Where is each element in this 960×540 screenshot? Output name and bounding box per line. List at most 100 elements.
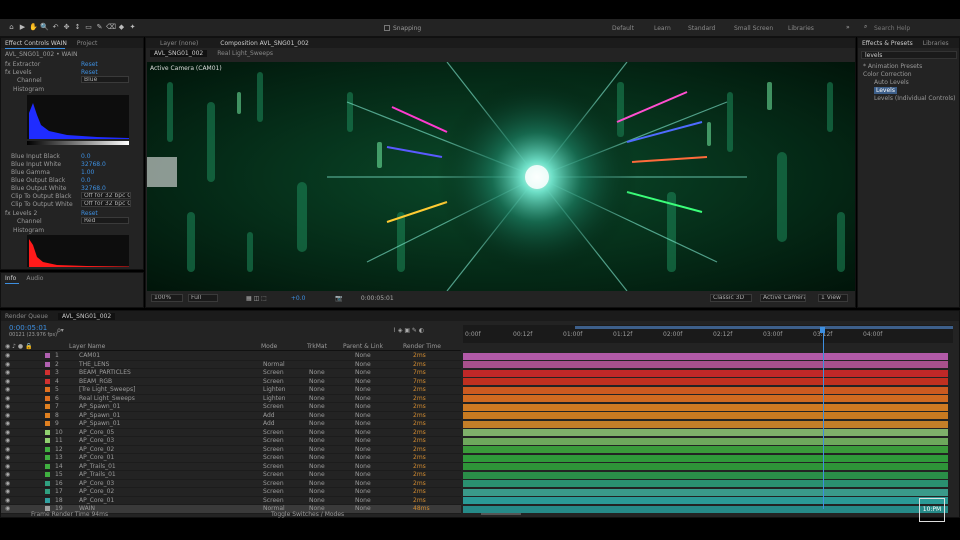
- layer-duration-bar[interactable]: [463, 463, 948, 470]
- layer-parent[interactable]: None: [355, 403, 371, 410]
- layer-trkmat[interactable]: None: [309, 471, 325, 478]
- layer-name[interactable]: AP_Core_01: [79, 497, 114, 504]
- layer-name[interactable]: CAM01: [79, 352, 100, 359]
- workspace-small-screen[interactable]: Small Screen: [734, 25, 773, 32]
- rotate-tool-icon[interactable]: ↶: [51, 23, 60, 32]
- layer-duration-bar[interactable]: [463, 378, 948, 385]
- tab-audio[interactable]: Audio: [26, 275, 43, 282]
- visibility-icon[interactable]: ◉: [5, 378, 10, 385]
- table-row[interactable]: ◉ 13 AP_Core_01 Screen None None 2ms: [1, 454, 461, 463]
- pen-tool-icon[interactable]: ✎: [95, 23, 104, 32]
- layer-parent[interactable]: None: [355, 480, 371, 487]
- table-row[interactable]: ◉ 4 BEAM_RGB Screen None None 7ms: [1, 378, 461, 386]
- layer-duration-bar[interactable]: [463, 471, 948, 479]
- layer-name[interactable]: AP_Core_02: [79, 488, 114, 495]
- layer-parent[interactable]: None: [355, 369, 371, 376]
- playhead-line[interactable]: [823, 333, 824, 509]
- visibility-icon[interactable]: ◉: [5, 361, 10, 368]
- layer-parent[interactable]: None: [355, 361, 371, 368]
- blue-input-white-value[interactable]: 32768.0: [81, 161, 106, 168]
- layer-parent[interactable]: None: [355, 454, 371, 461]
- tab-timeline-comp[interactable]: AVL_SNG01_002: [57, 312, 116, 320]
- table-row[interactable]: ◉ 2 THE_LENS Normal None 2ms: [1, 361, 461, 369]
- exposure-value[interactable]: +0.0: [291, 295, 306, 302]
- blue-output-black-value[interactable]: 0.0: [81, 177, 91, 184]
- tab-layer[interactable]: Layer (none): [160, 40, 198, 47]
- zoom-tool-icon[interactable]: 🔍: [40, 23, 49, 32]
- visibility-icon[interactable]: ◉: [5, 463, 10, 470]
- layer-mode[interactable]: Screen: [263, 463, 284, 470]
- layer-parent[interactable]: None: [355, 446, 371, 453]
- layer-name[interactable]: AP_Core_02: [79, 446, 114, 453]
- layer-name[interactable]: AP_Core_05: [79, 429, 114, 436]
- table-row[interactable]: ◉ 15 AP_Trails_01 Screen None None 2ms: [1, 471, 461, 480]
- layer-trkmat[interactable]: None: [309, 369, 325, 376]
- layer-trkmat[interactable]: None: [309, 403, 325, 410]
- layer-duration-bar[interactable]: [463, 454, 948, 462]
- effect-extractor[interactable]: fx Extractor: [5, 61, 40, 68]
- tab-render-queue[interactable]: Render Queue: [5, 313, 48, 320]
- table-row[interactable]: ◉ 9 AP_Spawn_01 Add None None 2ms: [1, 420, 461, 429]
- visibility-icon[interactable]: ◉: [5, 446, 10, 453]
- layer-duration-bar[interactable]: [463, 505, 948, 513]
- channel-2-dropdown[interactable]: Red: [81, 217, 129, 224]
- blue-output-white-value[interactable]: 32768.0: [81, 185, 106, 192]
- layer-duration-bar[interactable]: [463, 352, 948, 360]
- layer-trkmat[interactable]: None: [309, 395, 325, 402]
- layer-trkmat[interactable]: None: [309, 378, 325, 385]
- visibility-icon[interactable]: ◉: [5, 420, 10, 427]
- visibility-icon[interactable]: ◉: [5, 437, 10, 444]
- layer-trkmat[interactable]: None: [309, 454, 325, 461]
- clip-output-white-dropdown[interactable]: Off for 32 bpc Co: [81, 200, 131, 207]
- table-row[interactable]: ◉ 16 AP_Core_03 Screen None None 2ms: [1, 480, 461, 488]
- label-color-swatch[interactable]: [45, 497, 50, 503]
- blue-gamma-value[interactable]: 1.00: [81, 169, 94, 176]
- layer-trkmat[interactable]: None: [309, 463, 325, 470]
- levels-reset[interactable]: Reset: [81, 69, 98, 76]
- red-histogram[interactable]: [27, 235, 129, 267]
- layer-trkmat[interactable]: None: [309, 497, 325, 504]
- label-color-swatch[interactable]: [45, 429, 50, 435]
- layer-duration-bar[interactable]: [463, 412, 948, 419]
- layer-name[interactable]: THE_LENS: [79, 361, 109, 368]
- color-correction-item[interactable]: Color Correction: [863, 71, 912, 78]
- table-row[interactable]: ◉ 17 AP_Core_02 Screen None None 2ms: [1, 488, 461, 497]
- table-row[interactable]: ◉ 1 CAM01 None 2ms: [1, 352, 461, 361]
- layer-parent[interactable]: None: [355, 420, 371, 427]
- layer-mode[interactable]: Normal: [263, 361, 285, 368]
- label-color-swatch[interactable]: [45, 395, 50, 401]
- layer-name[interactable]: BEAM_PARTICLES: [79, 369, 131, 376]
- table-row[interactable]: ◉ 8 AP_Spawn_01 Add None None 2ms: [1, 412, 461, 420]
- channel-dropdown[interactable]: Blue: [81, 76, 129, 83]
- search-icon[interactable]: ⌕: [864, 23, 867, 31]
- table-row[interactable]: ◉ 3 BEAM_PARTICLES Screen None None 7ms: [1, 369, 461, 378]
- layer-parent[interactable]: None: [355, 463, 371, 470]
- layer-duration-bar[interactable]: [463, 480, 948, 487]
- layer-parent[interactable]: None: [355, 352, 371, 359]
- label-color-swatch[interactable]: [45, 378, 50, 384]
- visibility-icon[interactable]: ◉: [5, 454, 10, 461]
- table-row[interactable]: ◉ 14 AP_Trails_01 Screen None None 2ms: [1, 463, 461, 471]
- layer-parent[interactable]: None: [355, 505, 371, 512]
- layer-trkmat[interactable]: None: [309, 446, 325, 453]
- magnification-dropdown[interactable]: 100%: [151, 294, 183, 302]
- layer-duration-bar[interactable]: [463, 395, 948, 402]
- visibility-icon[interactable]: ◉: [5, 488, 10, 495]
- layer-name[interactable]: Real Light_Sweeps: [79, 395, 135, 402]
- layer-duration-bar[interactable]: [463, 429, 948, 436]
- layer-parent[interactable]: None: [355, 488, 371, 495]
- layer-name[interactable]: AP_Spawn_01: [79, 420, 120, 427]
- layer-mode[interactable]: Screen: [263, 471, 284, 478]
- levels-2-reset[interactable]: Reset: [81, 210, 98, 217]
- col-layer-name[interactable]: Layer Name: [69, 343, 105, 350]
- layer-mode[interactable]: Lighten: [263, 386, 285, 393]
- hand-tool-icon[interactable]: ✋: [29, 23, 38, 32]
- label-color-swatch[interactable]: [45, 412, 50, 418]
- label-color-swatch[interactable]: [45, 404, 50, 410]
- table-row[interactable]: ◉ 18 AP_Core_01 Screen None None 2ms: [1, 497, 461, 505]
- workspace-libraries[interactable]: Libraries: [788, 25, 814, 32]
- table-row[interactable]: ◉ 5 [Tre Light_Sweeps] Lighten None None 2ms: [1, 386, 461, 395]
- label-color-swatch[interactable]: [45, 353, 50, 359]
- toggle-switches-modes[interactable]: Toggle Switches / Modes: [271, 511, 344, 518]
- table-row[interactable]: ◉ 10 AP_Core_05 Screen None None 2ms: [1, 429, 461, 437]
